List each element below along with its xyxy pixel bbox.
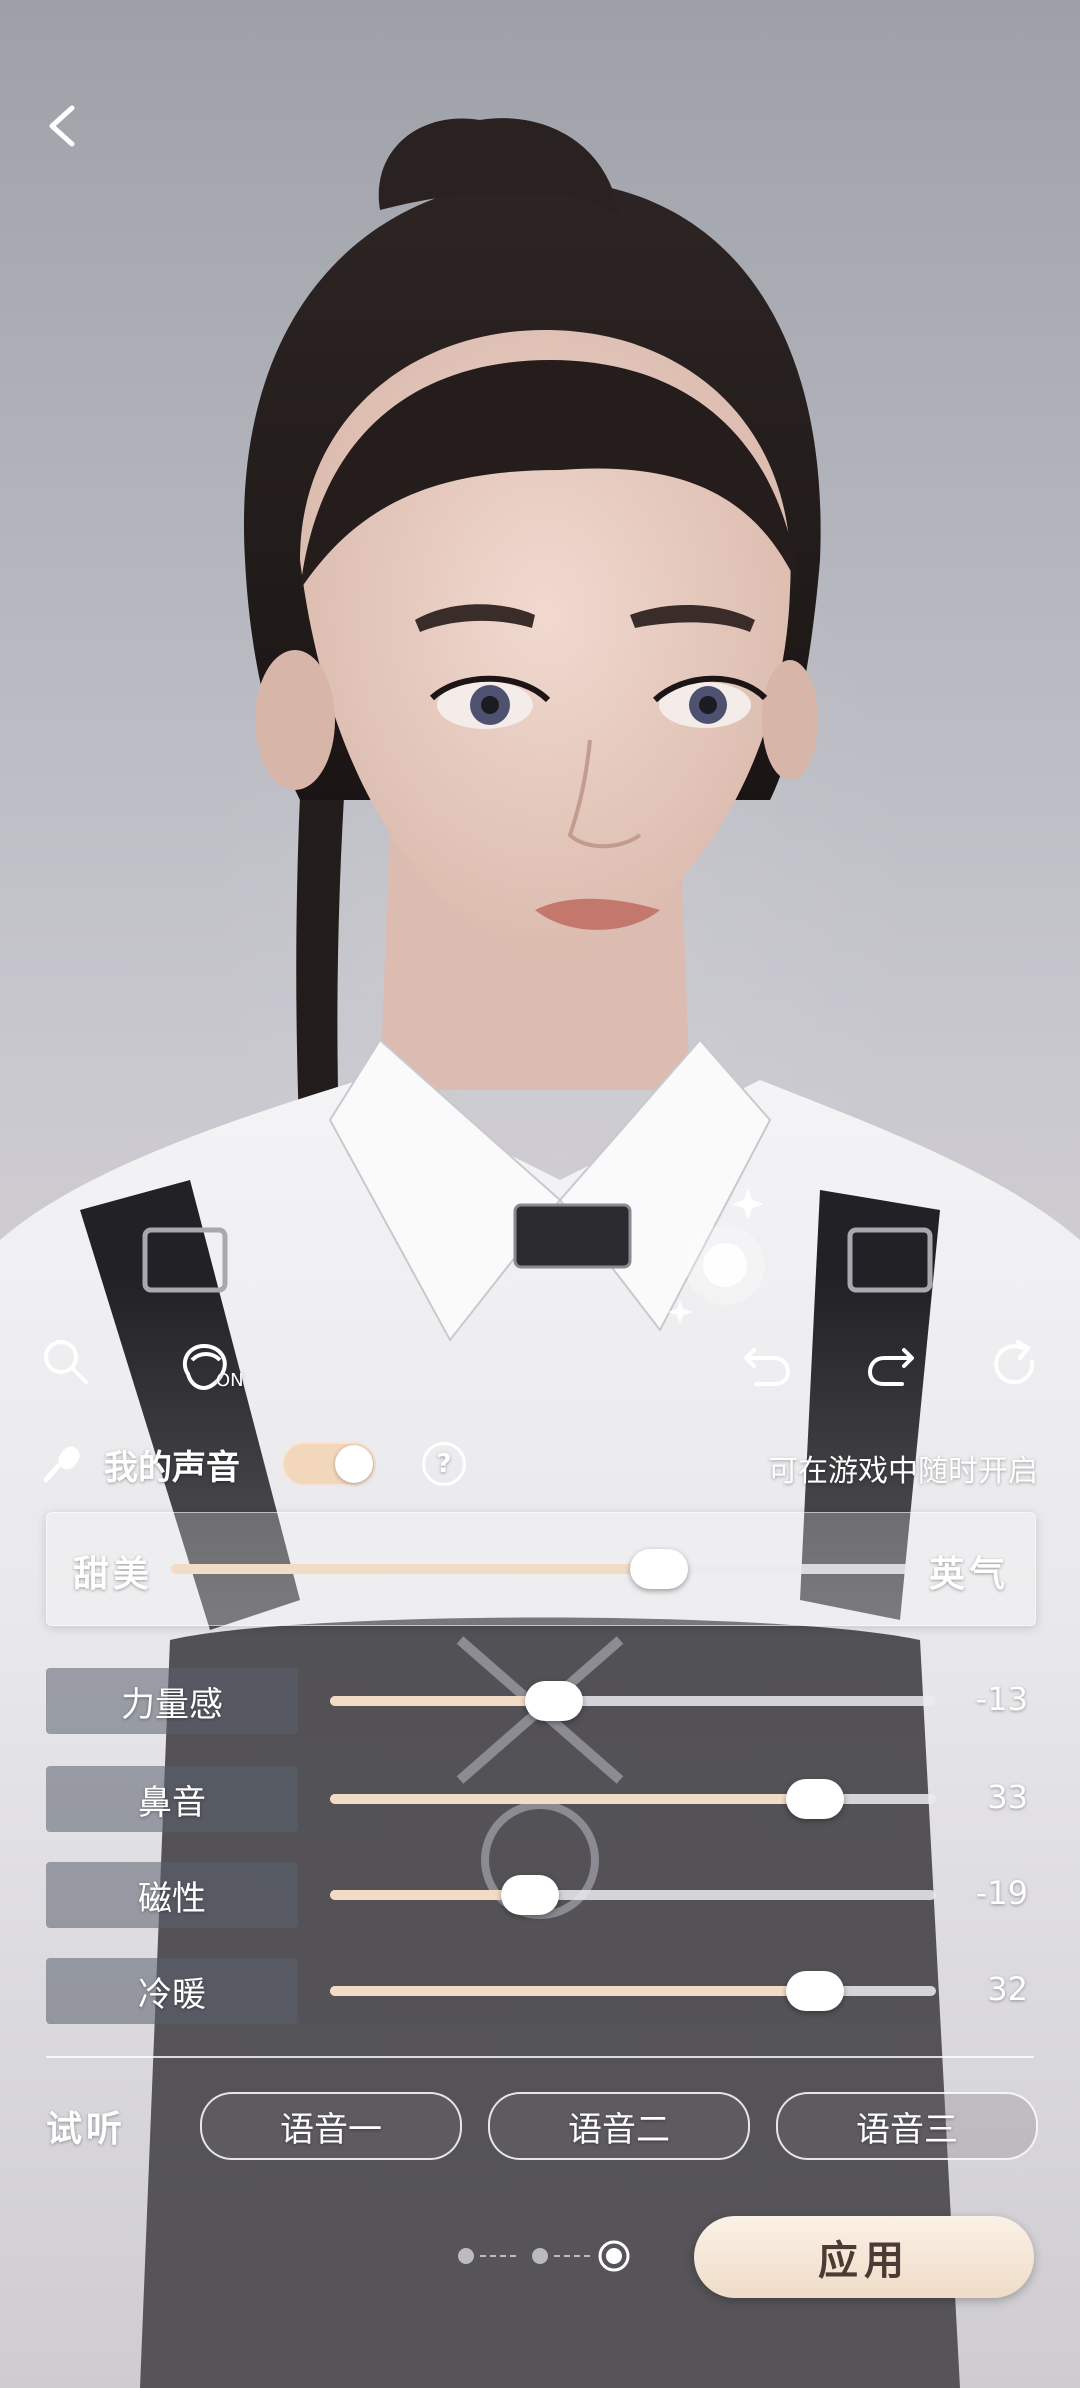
voice-sample-label: 语音二 <box>568 2109 670 2150</box>
question-icon: ? <box>436 1449 452 1479</box>
trait-label: 力量感 <box>46 1668 298 1734</box>
slider-fill <box>330 1696 555 1706</box>
slider-fill <box>330 1794 815 1804</box>
page-dot <box>532 2248 548 2264</box>
voice-sample-label: 语音三 <box>856 2109 958 2150</box>
character-voice-screen: ON 我的声音 ? 可在游戏中随时开启 甜美 英气 力量感 -13 鼻音 33 … <box>0 0 1080 2388</box>
sweet-label: 甜美 <box>73 1554 154 1595</box>
page-dot <box>458 2248 474 2264</box>
slider-thumb[interactable] <box>500 1875 559 1915</box>
trait-label: 鼻音 <box>46 1766 298 1832</box>
undo-button[interactable] <box>740 1336 794 1390</box>
search-button[interactable] <box>40 1336 92 1388</box>
microphone-icon <box>43 1446 80 1483</box>
hair-toggle-button[interactable]: ON <box>176 1338 266 1394</box>
trait-value: 33 <box>987 1778 1028 1816</box>
page-indicator <box>458 2240 630 2272</box>
my-voice-title: 我的声音 <box>104 1448 240 1488</box>
voice-hint: 可在游戏中随时开启 <box>768 1454 1038 1489</box>
trait-value: -13 <box>975 1680 1028 1718</box>
voice-sample-2-button[interactable]: 语音二 <box>488 2092 750 2160</box>
trait-value: 32 <box>987 1970 1028 2008</box>
reset-icon <box>994 1340 1035 1385</box>
slider-thumb[interactable] <box>785 1779 844 1819</box>
slider-thumb[interactable] <box>630 1549 689 1589</box>
trait-value: -19 <box>975 1874 1028 1912</box>
voice-sample-3-button[interactable]: 语音三 <box>776 2092 1038 2160</box>
undo-icon <box>744 1348 791 1386</box>
sweet-heroic-panel: 甜美 英气 <box>46 1512 1036 1626</box>
back-button[interactable] <box>36 94 96 154</box>
voice-sample-1-button[interactable]: 语音一 <box>200 2092 462 2160</box>
slider-fill <box>330 1890 530 1900</box>
voice-sample-label: 语音一 <box>280 2109 382 2150</box>
search-icon <box>44 1340 88 1384</box>
my-voice-toggle[interactable] <box>282 1442 376 1486</box>
preview-label: 试听 <box>46 2109 127 2150</box>
trait-label: 磁性 <box>46 1862 298 1928</box>
trait-slider[interactable] <box>330 1875 936 1915</box>
trait-slider[interactable] <box>330 1681 936 1721</box>
slider-fill <box>171 1564 660 1574</box>
help-button[interactable]: ? <box>422 1442 466 1486</box>
redo-button[interactable] <box>864 1336 918 1390</box>
toggle-knob <box>335 1445 373 1483</box>
hair-toggle-state: ON <box>216 1370 244 1391</box>
slider-fill <box>330 1986 815 1996</box>
trait-slider[interactable] <box>330 1779 936 1819</box>
redo-icon <box>867 1348 914 1386</box>
trait-slider[interactable] <box>330 1971 936 2011</box>
chevron-left-icon <box>49 105 75 147</box>
trait-label: 冷暖 <box>46 1958 298 2024</box>
slider-thumb[interactable] <box>785 1971 844 2011</box>
heroic-label: 英气 <box>928 1554 1009 1595</box>
divider <box>46 2056 1034 2058</box>
slider-thumb[interactable] <box>525 1681 584 1721</box>
reset-button[interactable] <box>988 1336 1042 1390</box>
sweet-heroic-slider[interactable] <box>171 1549 911 1589</box>
apply-button[interactable]: 应用 <box>694 2216 1034 2298</box>
